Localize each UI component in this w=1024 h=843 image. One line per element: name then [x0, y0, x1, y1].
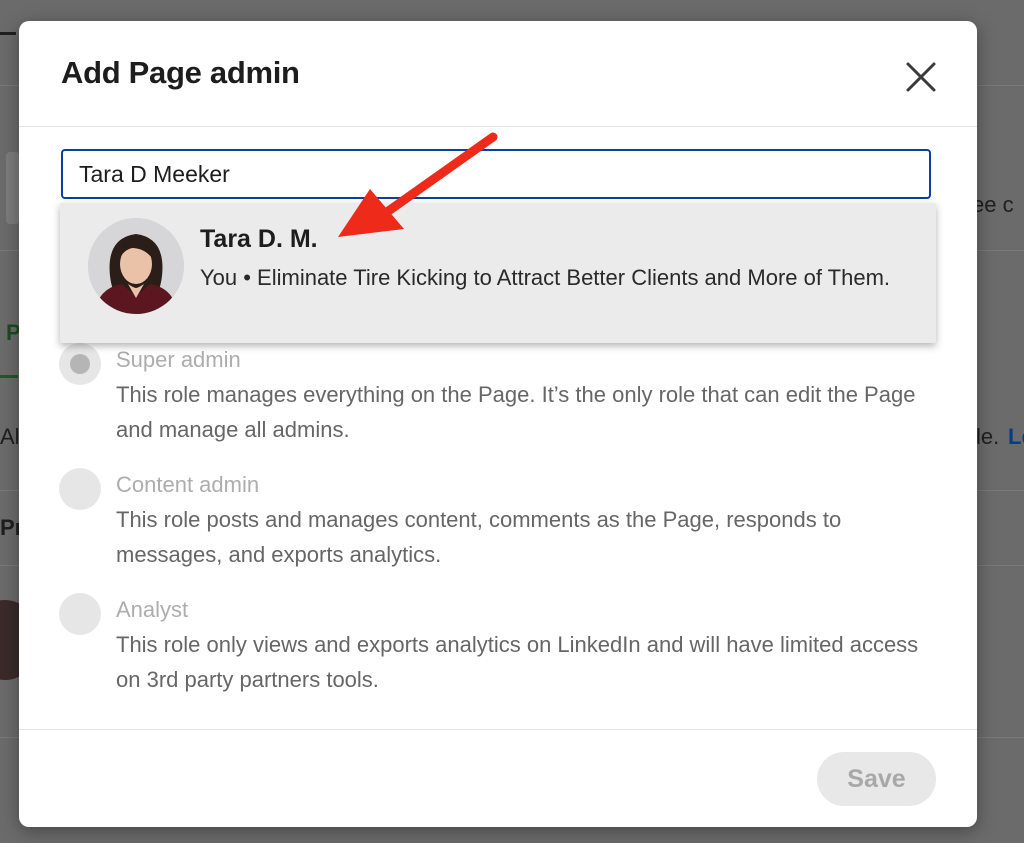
role-label: Content admin [116, 472, 260, 497]
footer-divider [19, 729, 977, 730]
result-name: Tara D. M. [200, 225, 318, 253]
role-label: Super admin [116, 347, 241, 372]
background-divider [0, 32, 16, 35]
background-text: le. [976, 424, 1000, 449]
role-label: Analyst [116, 597, 189, 622]
background-link: Le [1008, 424, 1024, 449]
analyst-radio[interactable] [59, 593, 101, 635]
close-button[interactable] [903, 59, 939, 95]
profile-photo [88, 218, 184, 314]
background-tab-indicator [0, 375, 18, 378]
role-option-analyst[interactable]: Analyst This role only views and exports… [59, 593, 939, 693]
content-admin-radio[interactable] [59, 468, 101, 510]
role-option-super-admin[interactable]: Super admin This role manages everything… [59, 343, 939, 443]
role-description: This role manages everything on the Page… [116, 382, 916, 442]
save-button[interactable]: Save [817, 752, 936, 806]
super-admin-radio[interactable] [59, 343, 101, 385]
role-option-content-admin[interactable]: Content admin This role posts and manage… [59, 468, 939, 568]
annotation-arrow-icon [338, 132, 498, 237]
background-card [6, 152, 20, 224]
role-description: This role posts and manages content, com… [116, 507, 842, 567]
background-text: Al [0, 424, 20, 449]
dialog-title: Add Page admin [61, 55, 300, 90]
role-description: This role only views and exports analyti… [116, 632, 919, 692]
background-text: ee c [972, 192, 1014, 217]
avatar [88, 218, 184, 314]
result-headline: You • Eliminate Tire Kicking to Attract … [200, 265, 891, 290]
close-icon [906, 62, 936, 92]
